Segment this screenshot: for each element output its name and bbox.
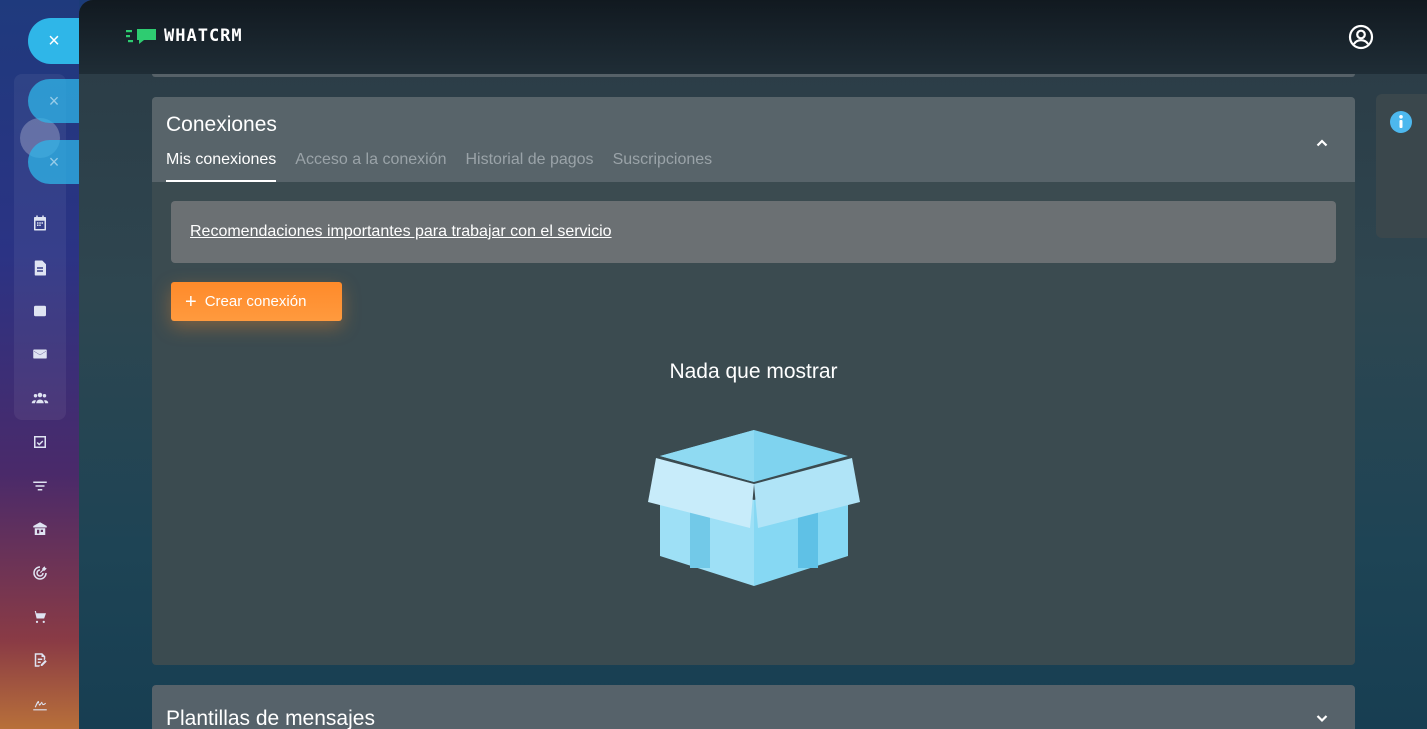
collapsed-card-edge xyxy=(152,74,1355,77)
connections-header: Conexiones Mis conexiones Acceso a la co… xyxy=(152,97,1355,182)
mail-icon[interactable] xyxy=(28,342,52,366)
edit-icon[interactable] xyxy=(28,648,52,672)
inbox-icon[interactable] xyxy=(28,299,52,323)
create-connection-button[interactable]: + Crear conexión xyxy=(171,282,342,321)
close-widget-button[interactable]: × xyxy=(28,18,80,64)
document-icon[interactable] xyxy=(28,256,52,280)
whatcrm-panel: WHATCRM Conexiones Mis conexiones Acceso… xyxy=(79,0,1427,729)
tab-historial-pagos[interactable]: Historial de pagos xyxy=(465,151,593,182)
brand-name: WHATCRM xyxy=(164,26,243,46)
calendar-icon[interactable] xyxy=(28,211,52,235)
signature-icon[interactable] xyxy=(28,692,52,716)
empty-box-icon xyxy=(648,430,860,586)
templates-title: Plantillas de mensajes xyxy=(166,707,375,729)
close-secondary-button[interactable]: × xyxy=(28,79,80,123)
close-icon: × xyxy=(48,90,60,111)
close-tertiary-button[interactable]: × xyxy=(28,140,80,184)
tab-acceso-conexion[interactable]: Acceso a la conexión xyxy=(295,151,446,182)
recommendations-link[interactable]: Recomendaciones importantes para trabaja… xyxy=(190,223,612,241)
connections-card: Conexiones Mis conexiones Acceso a la co… xyxy=(152,97,1355,665)
create-connection-label: Crear conexión xyxy=(204,293,307,310)
empty-state-text: Nada que mostrar xyxy=(669,360,838,383)
user-account-icon[interactable] xyxy=(1348,24,1374,50)
store-icon[interactable] xyxy=(28,517,52,541)
close-icon: × xyxy=(48,151,60,172)
info-panel xyxy=(1376,94,1427,238)
connections-tabs: Mis conexiones Acceso a la conexión Hist… xyxy=(166,151,731,182)
crm-sidebar: × × × xyxy=(0,0,80,729)
chevron-up-icon[interactable] xyxy=(1314,135,1330,151)
task-icon[interactable] xyxy=(28,430,52,454)
cart-icon[interactable] xyxy=(28,605,52,629)
users-icon[interactable] xyxy=(28,386,52,410)
plus-icon: + xyxy=(185,290,197,313)
chevron-down-icon[interactable] xyxy=(1314,710,1330,726)
target-icon[interactable] xyxy=(28,561,52,585)
chat-logo-icon xyxy=(126,29,156,44)
close-icon: × xyxy=(48,29,60,52)
filter-icon[interactable] xyxy=(28,474,52,498)
info-icon[interactable] xyxy=(1389,110,1413,134)
tab-mis-conexiones[interactable]: Mis conexiones xyxy=(166,151,277,182)
topbar: WHATCRM xyxy=(79,0,1427,74)
tab-suscripciones[interactable]: Suscripciones xyxy=(613,151,713,182)
logo: WHATCRM xyxy=(126,26,243,46)
templates-card[interactable]: Plantillas de mensajes xyxy=(152,685,1355,729)
recommendations-notice: Recomendaciones importantes para trabaja… xyxy=(171,201,1336,263)
connections-title: Conexiones xyxy=(166,113,277,136)
